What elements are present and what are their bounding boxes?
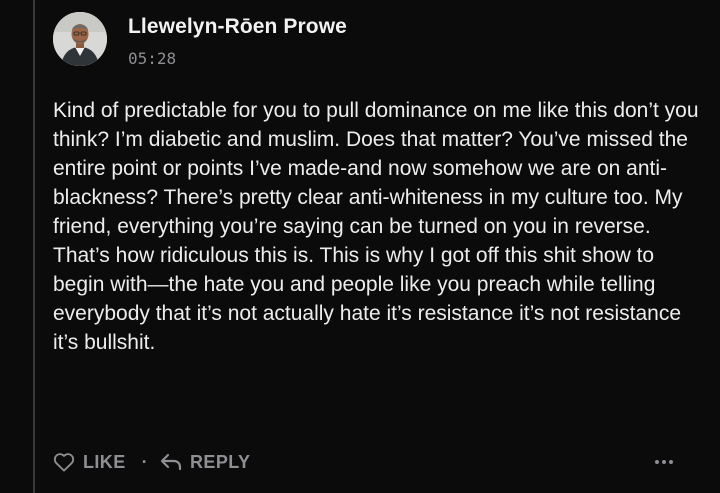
more-dots-icon: [662, 460, 666, 464]
timestamp[interactable]: 05:28: [128, 49, 347, 69]
action-separator: ·: [141, 451, 149, 472]
author-name[interactable]: Llewelyn-Rōen Prowe: [128, 14, 347, 40]
heart-icon: [53, 452, 75, 472]
more-dots-icon: [655, 460, 659, 464]
like-button[interactable]: LIKE: [53, 452, 126, 473]
reply-label: REPLY: [190, 451, 251, 472]
more-dots-icon: [669, 460, 673, 464]
more-options-button[interactable]: [655, 456, 673, 468]
thread-line: [33, 0, 35, 493]
avatar[interactable]: [53, 12, 107, 66]
reply-arrow-icon: [160, 453, 182, 471]
comment-header: Llewelyn-Rōen Prowe 05:28: [53, 12, 708, 74]
comment: Llewelyn-Rōen Prowe 05:28 Kind of predic…: [53, 12, 708, 357]
like-label: LIKE: [83, 451, 126, 472]
reply-button[interactable]: REPLY: [160, 452, 250, 473]
comment-body: Kind of predictable for you to pull domi…: [53, 99, 705, 354]
avatar-image: [53, 12, 107, 66]
comment-actions: LIKE · REPLY: [53, 449, 673, 475]
comment-meta: Llewelyn-Rōen Prowe 05:28: [128, 14, 347, 69]
